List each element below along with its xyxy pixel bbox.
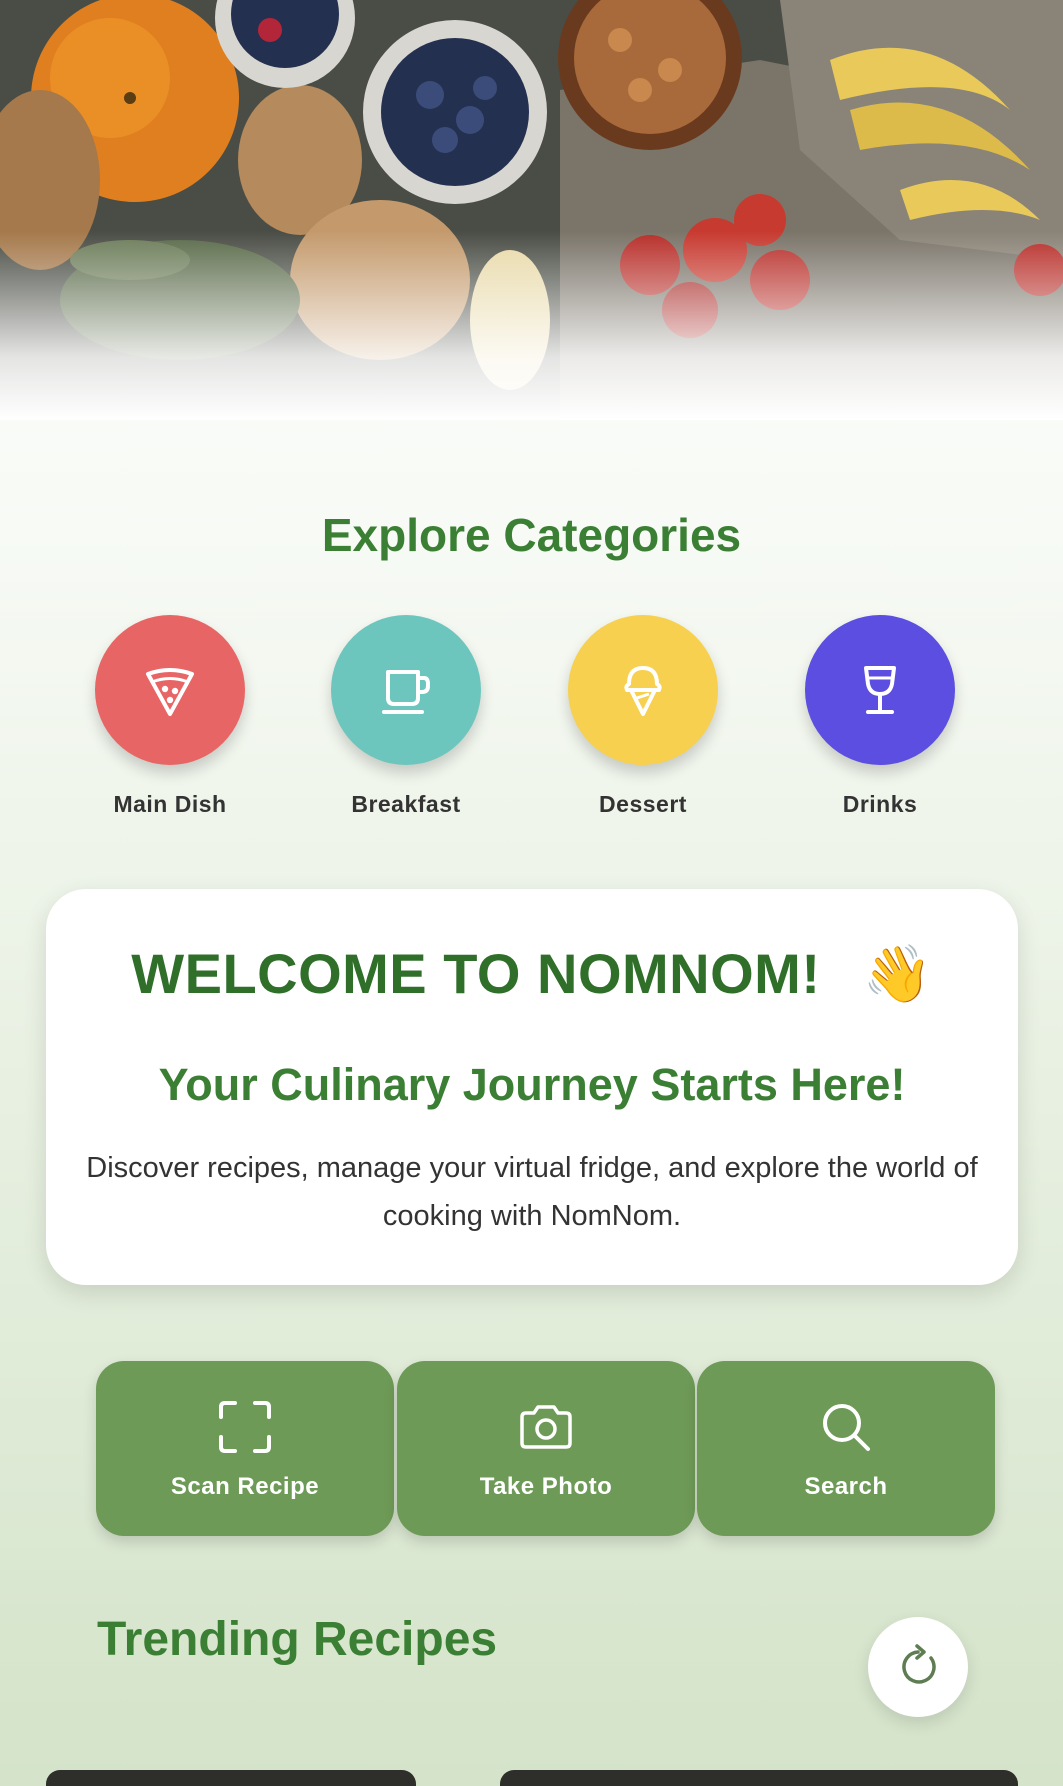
refresh-icon — [902, 1644, 936, 1684]
pizza-slice-icon — [146, 668, 194, 716]
coffee-cup-icon — [382, 670, 430, 714]
category-dessert-label: Dessert — [599, 791, 687, 817]
hero-image — [0, 0, 1063, 420]
category-drinks-label: Drinks — [842, 791, 918, 817]
category-dessert[interactable]: Dessert — [543, 615, 743, 818]
category-breakfast[interactable]: Breakfast — [306, 615, 506, 818]
welcome-title-text: WELCOME TO NOMNOM! — [131, 942, 821, 1005]
category-main-dish-label: Main Dish — [113, 791, 227, 817]
welcome-title: WELCOME TO NOMNOM! 👋 — [46, 941, 1018, 1007]
scan-recipe-button[interactable]: Scan Recipe — [96, 1361, 394, 1536]
welcome-description: Discover recipes, manage your virtual fr… — [86, 1152, 978, 1232]
category-breakfast-label: Breakfast — [351, 791, 461, 817]
search-icon — [823, 1404, 870, 1451]
welcome-subtitle: Your Culinary Journey Starts Here! — [158, 1059, 906, 1110]
scan-recipe-label: Scan Recipe — [170, 1473, 320, 1500]
scan-icon — [219, 1401, 271, 1453]
waving-hand-icon: 👋 — [862, 942, 933, 1005]
category-breakfast-circle[interactable] — [331, 615, 481, 765]
category-main-dish-circle[interactable] — [95, 615, 245, 765]
take-photo-label: Take Photo — [479, 1473, 613, 1500]
trending-title: Trending Recipes — [97, 1613, 498, 1666]
category-main-dish[interactable]: Main Dish — [70, 615, 270, 818]
search-button[interactable]: Search — [697, 1361, 995, 1536]
wine-glass-icon — [864, 666, 896, 714]
recipe-card[interactable] — [500, 1770, 1018, 1786]
welcome-card: WELCOME TO NOMNOM! 👋 Your Culinary Journ… — [46, 889, 1018, 1285]
recipe-card[interactable] — [46, 1770, 416, 1786]
take-photo-button[interactable]: Take Photo — [397, 1361, 695, 1536]
category-drinks[interactable]: Drinks — [780, 615, 980, 818]
hero-fade — [0, 0, 1063, 420]
categories-title: Explore Categories — [321, 509, 742, 561]
camera-icon — [520, 1405, 572, 1449]
search-label: Search — [804, 1473, 888, 1500]
category-dessert-circle[interactable] — [568, 615, 718, 765]
ice-cream-icon — [624, 666, 662, 716]
refresh-button[interactable] — [868, 1617, 968, 1717]
category-drinks-circle[interactable] — [805, 615, 955, 765]
